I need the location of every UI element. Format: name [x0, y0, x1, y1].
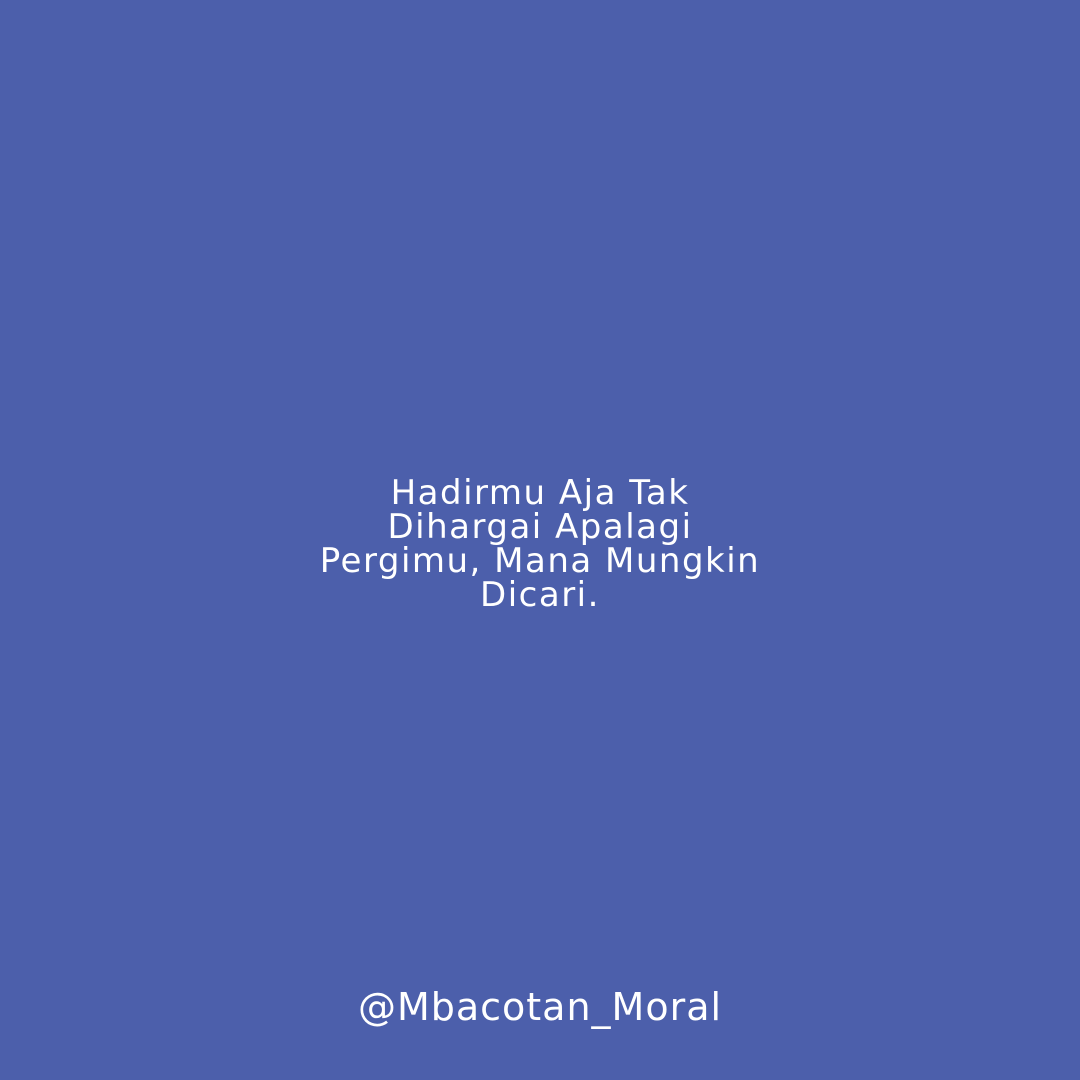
quote-card: Hadirmu Aja Tak Dihargai Apalagi Pergimu… — [0, 0, 1080, 1080]
quote-line-3: Pergimu, Mana Mungkin — [319, 541, 761, 581]
quote-line-1: Hadirmu Aja Tak — [390, 473, 690, 513]
quote-line-4: Dicari. — [480, 575, 600, 615]
author-handle: @Mbacotan_Moral — [357, 985, 723, 1029]
quote-text: Hadirmu Aja Tak Dihargai Apalagi Pergimu… — [0, 476, 1080, 612]
quote-line-2: Dihargai Apalagi — [387, 507, 693, 547]
